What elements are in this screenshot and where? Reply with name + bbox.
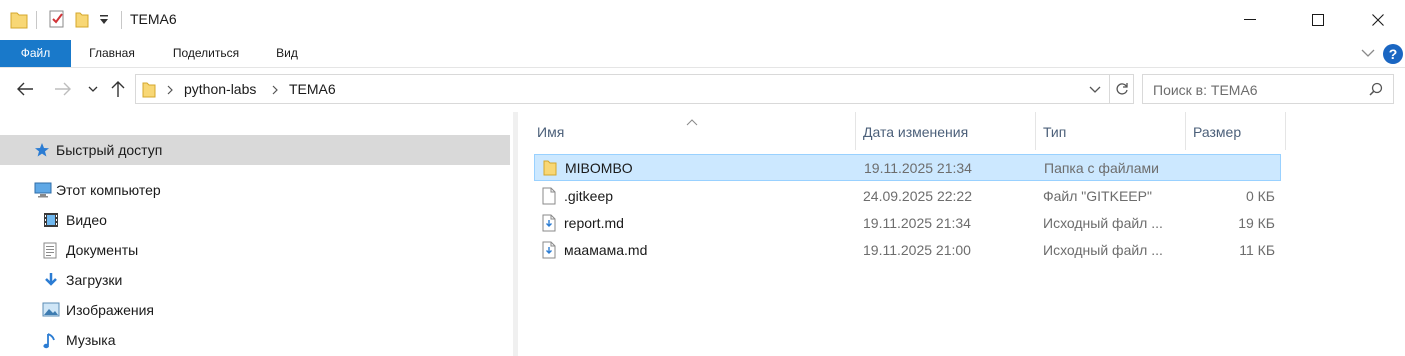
file-name: маамама.md <box>564 242 648 258</box>
maximize-button[interactable] <box>1295 0 1341 40</box>
breadcrumb-python-labs[interactable]: python-labs <box>184 81 256 97</box>
video-icon <box>43 212 59 231</box>
computer-icon <box>34 182 52 201</box>
pictures-icon <box>42 302 60 320</box>
properties-icon[interactable] <box>49 10 65 31</box>
expand-ribbon-icon[interactable] <box>1360 45 1376 64</box>
nav-label: Загрузки <box>66 272 123 288</box>
folder-icon <box>142 81 156 101</box>
folder-icon <box>543 159 557 179</box>
back-arrow-icon[interactable] <box>14 78 36 100</box>
nav-this-pc[interactable]: Этот компьютер <box>0 175 510 205</box>
column-label: Тип <box>1043 124 1067 140</box>
file-date: 19.11.2025 21:00 <box>863 242 971 258</box>
search-input[interactable]: Поиск в: TEMA6 <box>1142 74 1394 104</box>
nav-label: Изображения <box>66 302 154 318</box>
file-row[interactable]: MIBOMBO 19.11.2025 21:34 Папка с файлами <box>534 154 1281 181</box>
nav-label: Этот компьютер <box>56 182 161 198</box>
file-date: 19.11.2025 21:34 <box>863 215 971 231</box>
file-size: 0 КБ <box>1245 188 1275 204</box>
file-type: Папка с файлами <box>1044 160 1159 176</box>
refresh-button[interactable] <box>1110 74 1134 104</box>
tab-view[interactable]: Вид <box>266 40 308 67</box>
column-header-name[interactable]: Имя <box>528 112 856 150</box>
documents-icon <box>43 242 57 262</box>
chevron-right-icon[interactable] <box>166 83 174 99</box>
nav-label: Быстрый доступ <box>56 142 163 158</box>
music-icon <box>43 332 57 353</box>
tab-share[interactable]: Поделиться <box>160 40 252 67</box>
breadcrumb-tema6[interactable]: TEMA6 <box>289 81 336 97</box>
file-row[interactable]: report.md 19.11.2025 21:34 Исходный файл… <box>534 210 1281 237</box>
up-arrow-icon[interactable] <box>108 78 128 100</box>
tab-home[interactable]: Главная <box>78 40 146 67</box>
address-bar[interactable]: python-labs TEMA6 <box>135 74 1110 104</box>
file-type: Файл "GITKEEP" <box>1043 188 1152 204</box>
column-label: Имя <box>537 124 565 140</box>
column-divider[interactable] <box>1285 112 1286 150</box>
file-date: 19.11.2025 21:34 <box>864 160 972 176</box>
file-name: report.md <box>564 215 624 231</box>
column-header-date[interactable]: Дата изменения <box>856 112 1036 150</box>
star-icon <box>34 142 50 161</box>
nav-music[interactable]: Музыка <box>0 325 510 355</box>
md-file-icon <box>542 214 556 235</box>
nav-label: Видео <box>66 212 107 228</box>
nav-documents[interactable]: Документы <box>0 235 510 265</box>
title-bar: TEMA6 <box>0 0 1405 40</box>
file-size: 11 КБ <box>1239 242 1275 258</box>
search-placeholder: Поиск в: TEMA6 <box>1153 82 1258 98</box>
nav-video[interactable]: Видео <box>0 205 510 235</box>
file-list: Имя Дата изменения Тип Размер MIBOMBO 19… <box>518 112 1405 356</box>
file-name: .gitkeep <box>564 188 614 204</box>
file-row[interactable]: маамама.md 19.11.2025 21:00 Исходный фай… <box>534 237 1281 264</box>
toolbar-divider <box>36 11 37 29</box>
nav-quick-access[interactable]: Быстрый доступ <box>0 135 510 165</box>
minimize-button[interactable] <box>1227 0 1273 40</box>
file-name: MIBOMBO <box>565 160 633 176</box>
nav-label: Документы <box>66 242 139 258</box>
file-date: 24.09.2025 22:22 <box>863 188 972 204</box>
search-icon[interactable] <box>1369 82 1383 99</box>
forward-arrow-icon[interactable] <box>52 78 74 100</box>
downloads-icon <box>43 272 59 291</box>
nav-label: Музыка <box>66 332 116 348</box>
ribbon-tabs: Файл Главная Поделиться Вид ? <box>0 40 1405 68</box>
new-folder-icon[interactable] <box>75 10 89 31</box>
recent-locations-icon[interactable] <box>86 78 100 100</box>
nav-downloads[interactable]: Загрузки <box>0 265 510 295</box>
column-header-size[interactable]: Размер <box>1186 112 1286 150</box>
close-button[interactable] <box>1355 0 1401 40</box>
navigation-bar: python-labs TEMA6 Поиск в: TEMA6 <box>0 68 1405 112</box>
folder-icon <box>10 10 28 33</box>
file-size: 19 КБ <box>1238 215 1275 231</box>
file-icon <box>542 187 556 208</box>
column-header-type[interactable]: Тип <box>1036 112 1186 150</box>
chevron-down-icon[interactable] <box>1088 83 1102 99</box>
navigation-pane: Быстрый доступ Этот компьютер Видео Доку… <box>0 112 518 356</box>
customize-dropdown-icon[interactable] <box>99 13 109 29</box>
chevron-right-icon[interactable] <box>271 83 279 99</box>
md-file-icon <box>542 241 556 262</box>
nav-pictures[interactable]: Изображения <box>0 295 510 325</box>
window-title: TEMA6 <box>130 11 177 27</box>
column-label: Размер <box>1193 124 1242 140</box>
tab-file[interactable]: Файл <box>0 40 71 67</box>
file-type: Исходный файл ... <box>1043 215 1163 231</box>
file-row[interactable]: .gitkeep 24.09.2025 22:22 Файл "GITKEEP"… <box>534 183 1281 210</box>
column-label: Дата изменения <box>863 124 969 140</box>
file-type: Исходный файл ... <box>1043 242 1163 258</box>
toolbar-divider <box>121 11 122 29</box>
help-icon[interactable]: ? <box>1383 44 1403 64</box>
